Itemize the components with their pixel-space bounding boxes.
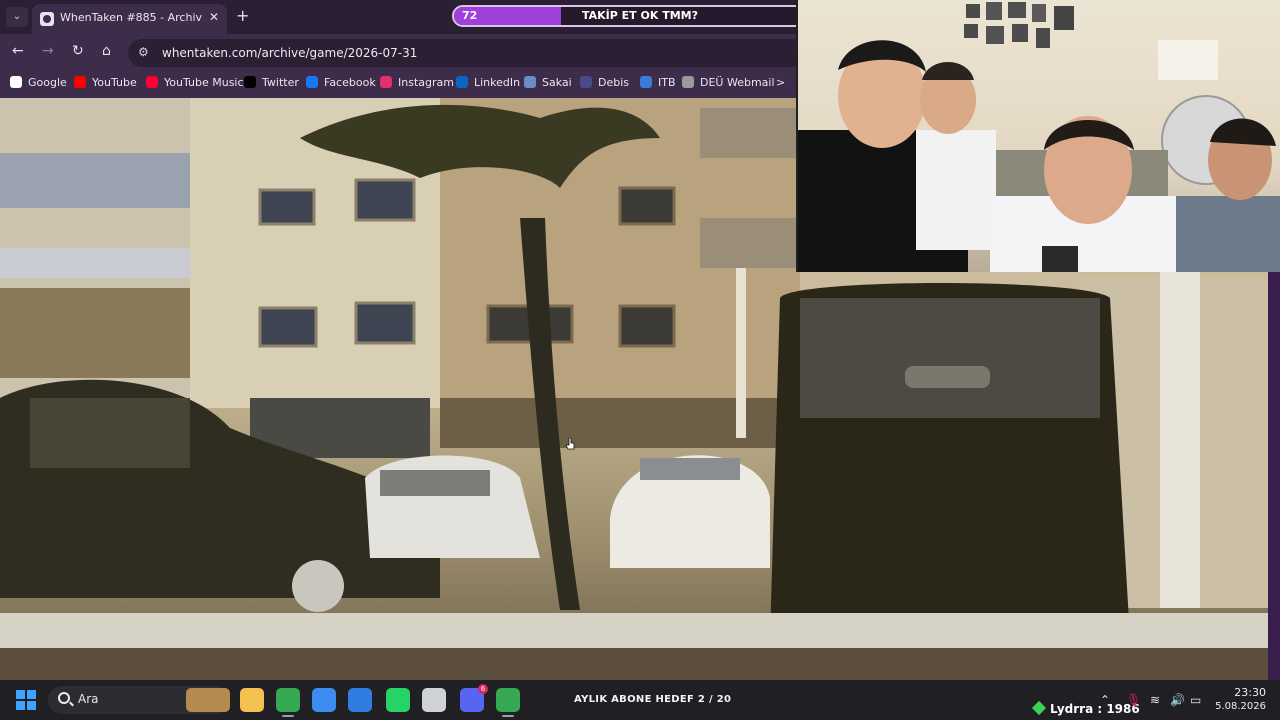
bookmark-label: YouTube bbox=[92, 76, 137, 89]
bookmark-youtube-music[interactable]: YouTube Music bbox=[146, 76, 244, 89]
reload-icon[interactable]: ↻ bbox=[72, 43, 84, 59]
screen: ⌄ WhenTaken #885 - Archive Puz ✕ + ← → ↻… bbox=[0, 0, 1280, 720]
hand-cursor-icon bbox=[566, 438, 575, 450]
running-indicator bbox=[502, 715, 514, 717]
address-bar[interactable]: ⚙ whentaken.com/archive/game/2026-07-31 bbox=[128, 39, 796, 67]
webcam-overlay bbox=[796, 0, 1280, 272]
bookmark-favicon-icon bbox=[306, 76, 318, 88]
bookmark-label: Google bbox=[28, 76, 67, 89]
obs-icon[interactable] bbox=[422, 688, 446, 712]
bookmark-favicon-icon bbox=[146, 76, 158, 88]
bookmark-sakai[interactable]: Sakai bbox=[524, 76, 572, 89]
bookmark-favicon-icon bbox=[74, 76, 86, 88]
bookmark-label: Instagram bbox=[398, 76, 454, 89]
bookmark-deü-webmail[interactable]: DEÜ Webmail bbox=[682, 76, 775, 89]
bookmark-facebook[interactable]: Facebook bbox=[306, 76, 376, 89]
wifi-icon[interactable]: ≋ bbox=[1150, 693, 1160, 707]
forward-icon[interactable]: → bbox=[42, 43, 54, 59]
mail-icon[interactable] bbox=[348, 688, 372, 712]
goal-text: TAKİP ET OK TMM? bbox=[582, 9, 698, 22]
bookmark-google[interactable]: Google bbox=[10, 76, 67, 89]
bookmark--[interactable]: > bbox=[776, 76, 785, 89]
bookmark-label: ITB bbox=[658, 76, 676, 89]
subscriber-goal: AYLIK ABONE HEDEF 2 / 20 bbox=[574, 694, 732, 705]
browser-toolbar: ← → ↻ ⌂ ⚙ whentaken.com/archive/game/202… bbox=[0, 34, 796, 70]
bookmark-label: Facebook bbox=[324, 76, 376, 89]
bookmark-instagram[interactable]: Instagram bbox=[380, 76, 454, 89]
url-text[interactable]: whentaken.com/archive/game/2026-07-31 bbox=[162, 46, 417, 60]
volume-icon[interactable]: 🔊 bbox=[1170, 693, 1185, 707]
site-settings-icon[interactable]: ⚙ bbox=[138, 45, 149, 59]
tab-search-button[interactable]: ⌄ bbox=[6, 7, 28, 27]
bookmark-label: DEÜ Webmail bbox=[700, 76, 775, 89]
whentaken-favicon-icon bbox=[40, 12, 54, 26]
bookmark-label: Sakai bbox=[542, 76, 572, 89]
bookmark-favicon-icon bbox=[682, 76, 694, 88]
tray-overflow-icon[interactable]: ⌃ bbox=[1100, 693, 1110, 707]
bookmark-favicon-icon bbox=[524, 76, 536, 88]
windows-logo-icon bbox=[16, 690, 25, 699]
new-tab-button[interactable]: + bbox=[236, 6, 249, 25]
microphone-icon[interactable]: 🎙 bbox=[1126, 693, 1141, 707]
battery-icon[interactable]: ▭ bbox=[1190, 693, 1201, 707]
bookmark-favicon-icon bbox=[580, 76, 592, 88]
bookmark-linkedin[interactable]: LinkedIn bbox=[456, 76, 520, 89]
bookmarks-bar: Google YouTube YouTube Music Twitter Faceboo… bbox=[0, 70, 796, 98]
bookmark-youtube[interactable]: YouTube bbox=[74, 76, 137, 89]
bookmark-itb[interactable]: ITB bbox=[640, 76, 676, 89]
clock[interactable]: 23:30 5.08.2026 bbox=[1215, 686, 1266, 712]
bookmark-favicon-icon bbox=[640, 76, 652, 88]
windows-logo-icon bbox=[27, 701, 36, 710]
bookmark-favicon-icon bbox=[456, 76, 468, 88]
windows-logo-icon bbox=[16, 701, 25, 710]
search-icon bbox=[58, 692, 70, 704]
search-placeholder: Ara bbox=[78, 692, 99, 706]
bookmark-label: Twitter bbox=[262, 76, 299, 89]
clock-date: 5.08.2026 bbox=[1215, 701, 1266, 712]
bookmark-twitter[interactable]: Twitter bbox=[244, 76, 299, 89]
bookmark-label: LinkedIn bbox=[474, 76, 521, 89]
clock-time: 23:30 bbox=[1234, 686, 1266, 699]
bookmark-label: > bbox=[776, 76, 786, 89]
windows-logo-icon bbox=[27, 690, 36, 699]
follow-goal-bar: 72 TAKİP ET OK TMM? 250 bbox=[452, 5, 828, 27]
page-scroll-edge bbox=[1268, 272, 1280, 680]
bookmark-favicon-icon bbox=[244, 76, 256, 88]
gem-icon bbox=[1031, 700, 1047, 716]
bookmark-favicon-icon bbox=[380, 76, 392, 88]
bookmark-label: Debis bbox=[598, 76, 630, 89]
tab-whentaken[interactable]: WhenTaken #885 - Archive Puz ✕ bbox=[32, 4, 227, 34]
bookmark-favicon-icon bbox=[10, 76, 22, 88]
file-explorer-icon[interactable] bbox=[240, 688, 264, 712]
chrome-profile-icon[interactable] bbox=[496, 688, 520, 717]
running-indicator bbox=[282, 715, 294, 717]
streamers-video bbox=[798, 2, 1280, 272]
viewer-badge: Lydrra : 1986 bbox=[1031, 700, 1140, 716]
widgets-icon[interactable] bbox=[186, 688, 230, 712]
windows-taskbar: Ara 6 AYLIK ABONE HEDEF 2 / 20 Lydrra : … bbox=[0, 680, 1280, 720]
home-icon[interactable]: ⌂ bbox=[102, 43, 111, 59]
start-button[interactable] bbox=[16, 690, 36, 710]
notification-badge: 6 bbox=[478, 684, 488, 694]
bookmark-label: YouTube Music bbox=[164, 76, 244, 89]
chrome-icon[interactable] bbox=[276, 688, 300, 717]
discord-icon[interactable]: 6 bbox=[460, 684, 488, 712]
bookmark-debis[interactable]: Debis bbox=[580, 76, 629, 89]
whatsapp-icon[interactable] bbox=[386, 688, 410, 712]
tab-title: WhenTaken #885 - Archive Puz bbox=[60, 11, 202, 24]
store-icon[interactable] bbox=[312, 688, 336, 712]
tab-close-icon[interactable]: ✕ bbox=[209, 10, 219, 24]
back-icon[interactable]: ← bbox=[12, 43, 24, 59]
